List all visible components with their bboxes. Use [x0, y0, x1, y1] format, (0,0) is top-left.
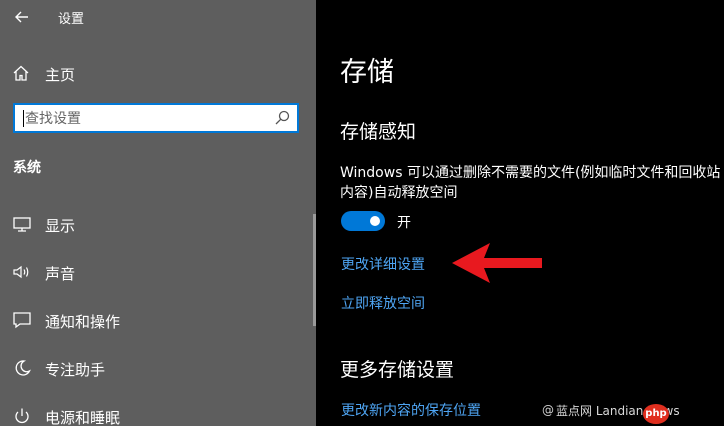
storage-sense-heading: 存储感知: [340, 121, 417, 143]
sidebar-item-label: 电源和睡眠: [45, 409, 121, 426]
power-icon: [15, 408, 29, 424]
sidebar-item-sound[interactable]: 声音: [0, 255, 316, 289]
sidebar-item-label: 通知和操作: [45, 313, 121, 331]
section-header-system: 系统: [13, 160, 41, 176]
home-icon: [13, 65, 29, 81]
description-line: Windows 可以通过删除不需要的文件(例如临时文件和回收站: [340, 165, 721, 181]
sidebar-item-label: 主页: [45, 66, 76, 84]
storage-sense-toggle[interactable]: [341, 211, 385, 231]
search-input[interactable]: [25, 109, 275, 129]
php-badge: php: [643, 404, 669, 424]
change-save-location-link[interactable]: 更改新内容的保存位置: [341, 400, 481, 420]
sidebar-item-label: 专注助手: [45, 361, 106, 379]
app-title: 设置: [58, 12, 85, 27]
change-detail-settings-link[interactable]: 更改详细设置: [341, 254, 425, 274]
red-arrow-annotation: [452, 243, 542, 283]
message-icon: [13, 312, 31, 329]
arrow-left-icon: [15, 11, 28, 23]
sidebar-item-notifications[interactable]: 通知和操作: [0, 303, 316, 337]
free-up-space-link[interactable]: 立即释放空间: [341, 293, 425, 313]
more-storage-heading: 更多存储设置: [340, 359, 455, 381]
main-content: 存储 存储感知 Windows 可以通过删除不需要的文件(例如临时文件和回收站 …: [316, 0, 724, 426]
sidebar-item-focus-assist[interactable]: 专注助手: [0, 351, 316, 385]
search-box[interactable]: [13, 103, 299, 133]
sidebar-item-display[interactable]: 显示: [0, 207, 316, 241]
title-bar: 设置: [0, 0, 316, 34]
text-caret: [23, 110, 24, 127]
speaker-icon: [13, 265, 29, 279]
watermark-at: @: [542, 403, 554, 417]
moon-icon: [15, 360, 31, 376]
page-title: 存储: [340, 57, 394, 88]
sidebar-item-home[interactable]: 主页: [0, 56, 316, 90]
settings-sidebar: 设置 主页 系统 显示 声音 通知和操作: [0, 0, 316, 426]
monitor-icon: [13, 217, 31, 232]
storage-sense-description: Windows 可以通过删除不需要的文件(例如临时文件和回收站 内容)自动释放空…: [340, 163, 724, 203]
description-line: 内容)自动释放空间: [340, 185, 458, 201]
sidebar-item-power-sleep[interactable]: 电源和睡眠: [0, 399, 316, 426]
back-button[interactable]: [12, 7, 32, 27]
sidebar-item-label: 显示: [45, 217, 76, 235]
toggle-knob: [370, 216, 380, 226]
search-icon[interactable]: [273, 109, 291, 127]
toggle-state-label: 开: [397, 215, 411, 231]
sidebar-item-label: 声音: [45, 265, 76, 283]
